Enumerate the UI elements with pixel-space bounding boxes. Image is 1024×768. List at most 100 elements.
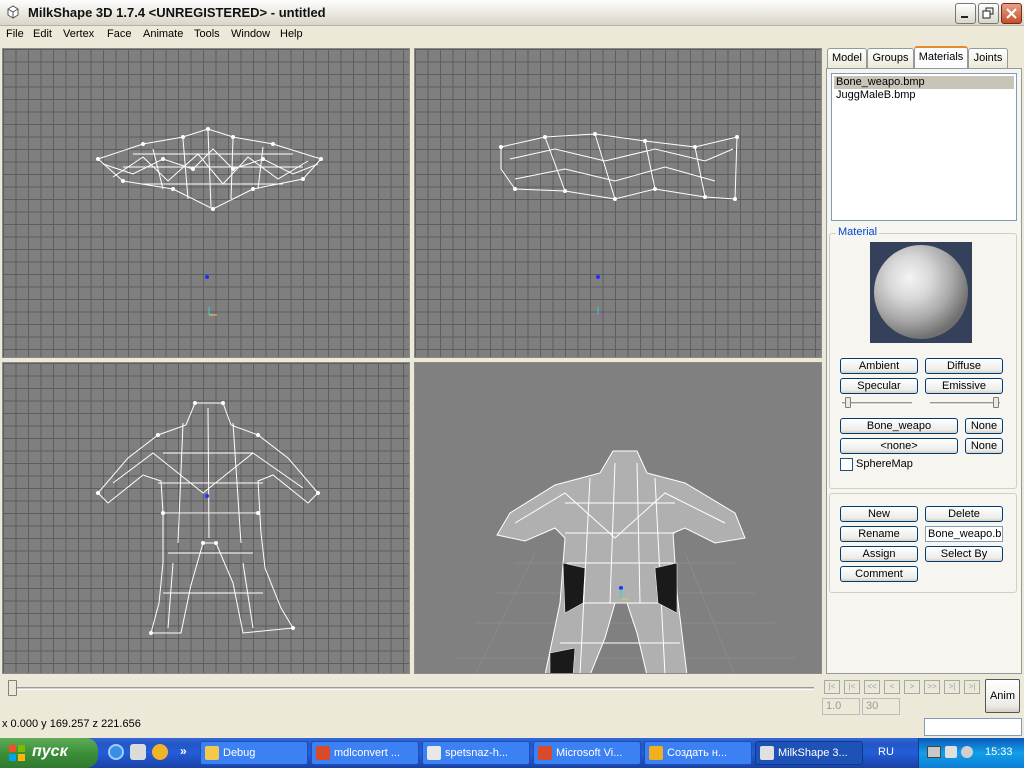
spheremap-checkbox[interactable]: [840, 458, 853, 471]
alphamap-button[interactable]: <none>: [840, 438, 958, 454]
clock-tray-icon[interactable]: [961, 746, 973, 758]
browser-icon: [649, 746, 663, 760]
animation-bar: |< |< << < > >> >| >| 1.0 30 Anim x 0.00…: [0, 676, 1024, 738]
windows-logo-icon: [9, 745, 25, 761]
alphamap-none-button[interactable]: None: [965, 438, 1003, 454]
first-frame-button[interactable]: |<: [824, 680, 840, 694]
task-button[interactable]: Microsoft Vi...: [533, 741, 641, 765]
ambient-button[interactable]: Ambient: [840, 358, 918, 374]
properties-panel: Model Groups Materials Joints Bone_weapo…: [824, 44, 1024, 676]
quicklaunch-chevron[interactable]: »: [180, 744, 187, 758]
frame-start-field[interactable]: 1.0: [822, 698, 860, 715]
coordinates-status: x 0.000 y 169.257 z 221.656: [2, 718, 141, 730]
next-frame-button[interactable]: >: [904, 680, 920, 694]
clock[interactable]: 15:33: [985, 746, 1013, 758]
task-label: spetsnaz-h...: [445, 747, 508, 759]
tab-groups[interactable]: Groups: [867, 48, 914, 68]
last-frame-button[interactable]: >|: [964, 680, 980, 694]
assign-button[interactable]: Assign: [840, 546, 918, 562]
viewport-side[interactable]: [414, 48, 822, 358]
task-button-active[interactable]: MilkShape 3...: [755, 741, 863, 765]
materials-pane: Bone_weapo.bmp JuggMaleB.bmp Material Am…: [826, 68, 1022, 674]
title-bar[interactable]: MilkShape 3D 1.7.4 <UNREGISTERED> - unti…: [0, 0, 1024, 26]
shininess-slider-thumb[interactable]: [845, 397, 852, 408]
shaded-model-3d: [455, 450, 795, 673]
forward-button[interactable]: >>: [924, 680, 940, 694]
material-list-item[interactable]: JuggMaleB.bmp: [834, 89, 1014, 102]
menu-edit[interactable]: Edit: [33, 28, 52, 40]
tab-materials[interactable]: Materials: [914, 46, 968, 69]
material-list[interactable]: Bone_weapo.bmp JuggMaleB.bmp: [831, 73, 1017, 221]
diffuse-button[interactable]: Diffuse: [925, 358, 1003, 374]
ie-quicklaunch-icon[interactable]: [108, 744, 124, 760]
start-button[interactable]: пуск: [0, 738, 98, 768]
task-label: Создать н...: [667, 747, 728, 759]
tab-joints[interactable]: Joints: [968, 48, 1008, 68]
anim-button[interactable]: Anim: [985, 679, 1020, 713]
prev-frame-button[interactable]: <: [884, 680, 900, 694]
app-window: MilkShape 3D 1.7.4 <UNREGISTERED> - unti…: [0, 0, 1024, 738]
wireframe-mesh-front: [96, 127, 323, 316]
rename-button[interactable]: Rename: [840, 526, 918, 542]
window-title: MilkShape 3D 1.7.4 <UNREGISTERED> - unti…: [28, 5, 326, 20]
timeline-slider-track[interactable]: [8, 687, 814, 690]
start-label: пуск: [32, 743, 68, 760]
menu-vertex[interactable]: Vertex: [63, 28, 94, 40]
transparency-slider-thumb[interactable]: [992, 397, 999, 408]
restore-button[interactable]: [978, 3, 999, 24]
viewport-area: [0, 44, 824, 676]
new-button[interactable]: New: [840, 506, 918, 522]
viewport-3d[interactable]: [414, 362, 822, 674]
timeline-slider-thumb[interactable]: [8, 680, 17, 696]
language-indicator[interactable]: RU: [878, 746, 894, 758]
task-button[interactable]: Создать н...: [644, 741, 752, 765]
cube-quicklaunch-icon[interactable]: [130, 744, 146, 760]
frame-end-field[interactable]: 30: [862, 698, 900, 715]
system-tray: 15:33: [918, 738, 1024, 768]
milkshape-icon: [760, 746, 774, 760]
material-actions-group: New Delete Rename Bone_weapo.b Assign Se…: [829, 493, 1017, 593]
menu-file[interactable]: File: [6, 28, 24, 40]
material-list-item[interactable]: Bone_weapo.bmp: [834, 76, 1014, 89]
minimize-button[interactable]: [955, 3, 976, 24]
menu-tools[interactable]: Tools: [194, 28, 220, 40]
delete-button[interactable]: Delete: [925, 506, 1003, 522]
material-preview-sphere: [870, 242, 972, 343]
minimize-icon: [961, 16, 968, 18]
milkshape-icon: [7, 5, 19, 19]
emissive-button[interactable]: Emissive: [925, 378, 1003, 394]
material-group-label: Material: [836, 226, 880, 238]
select-by-button[interactable]: Select By: [925, 546, 1003, 562]
texture-none-button[interactable]: None: [965, 418, 1003, 434]
rewind-button[interactable]: <<: [864, 680, 880, 694]
material-group: Material Ambient Diffuse Specular Emissi…: [829, 226, 1017, 489]
app-icon: [316, 746, 330, 760]
folder-icon: [205, 746, 219, 760]
media-quicklaunch-icon[interactable]: [152, 744, 168, 760]
menu-face[interactable]: Face: [107, 28, 131, 40]
close-icon: [1006, 8, 1017, 19]
task-button[interactable]: mdlconvert ...: [311, 741, 419, 765]
menu-help[interactable]: Help: [280, 28, 303, 40]
menu-animate[interactable]: Animate: [143, 28, 183, 40]
document-icon: [427, 746, 441, 760]
next-key-button[interactable]: >|: [944, 680, 960, 694]
menu-window[interactable]: Window: [231, 28, 270, 40]
material-name-field[interactable]: Bone_weapo.b: [925, 526, 1003, 542]
close-button[interactable]: [1001, 3, 1022, 24]
specular-button[interactable]: Specular: [840, 378, 918, 394]
task-button[interactable]: spetsnaz-h...: [422, 741, 530, 765]
comment-button[interactable]: Comment: [840, 566, 918, 582]
prev-key-button[interactable]: |<: [844, 680, 860, 694]
viewport-top[interactable]: [2, 362, 410, 674]
transparency-slider-track[interactable]: [930, 402, 1000, 405]
taskbar: пуск » Debug mdlconvert ... spetsnaz-h..…: [0, 738, 1024, 768]
wireframe-mesh-side: [499, 132, 739, 316]
viewport-front[interactable]: [2, 48, 410, 358]
shininess-slider-track[interactable]: [842, 402, 912, 405]
tab-model[interactable]: Model: [827, 48, 867, 68]
network-icon[interactable]: [927, 746, 941, 758]
texture-button[interactable]: Bone_weapo: [840, 418, 958, 434]
volume-icon[interactable]: [945, 746, 957, 758]
task-button[interactable]: Debug: [200, 741, 308, 765]
